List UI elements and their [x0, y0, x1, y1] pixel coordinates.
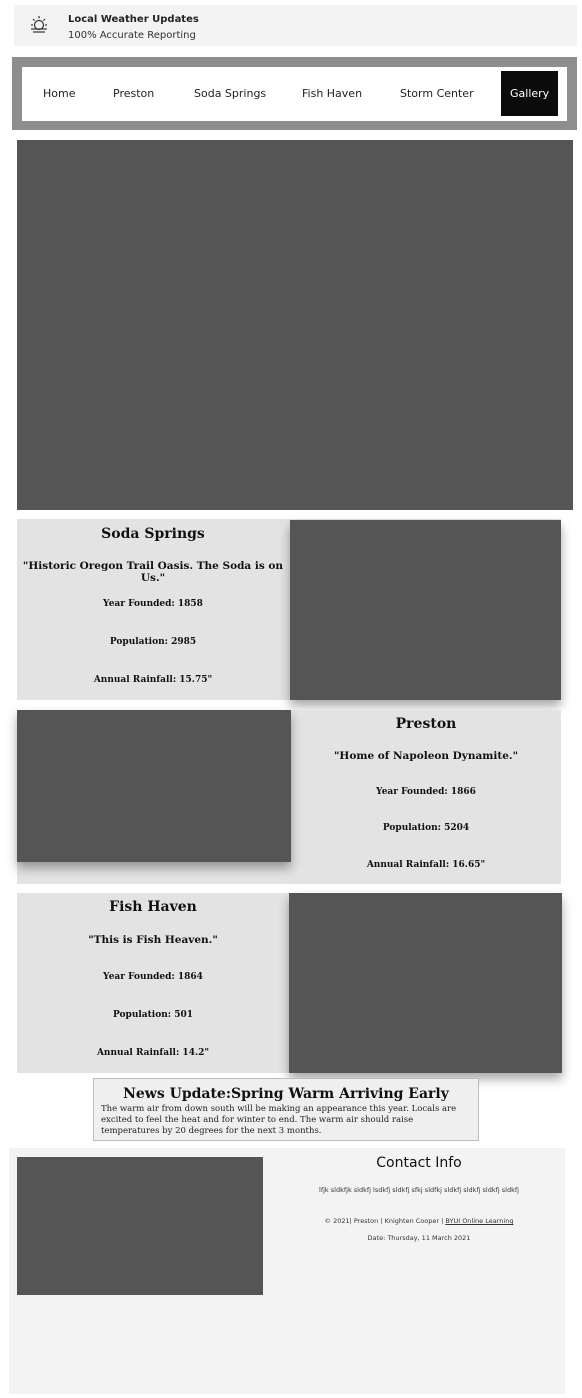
town-info: Soda Springs "Historic Oregon Trail Oasi… — [17, 519, 289, 700]
town-founded: Year Founded: 1858 — [103, 599, 203, 609]
town-rainfall: Annual Rainfall: 15.75" — [93, 675, 213, 685]
contact-title: Contact Info — [376, 1155, 462, 1171]
town-motto: "Home of Napoleon Dynamite." — [333, 750, 519, 762]
town-image — [17, 710, 291, 862]
town-name: Soda Springs — [101, 526, 205, 542]
site-footer: Contact Info lfjk sldkfjk sldkfj lsdkfj … — [9, 1148, 565, 1394]
main-nav: Home Preston Soda Springs Fish Haven Sto… — [22, 67, 567, 121]
hero-image — [17, 140, 573, 510]
footer-date: Date: Thursday, 11 March 2021 — [367, 1234, 471, 1242]
town-image — [289, 893, 562, 1073]
town-card-soda-springs: Soda Springs "Historic Oregon Trail Oasi… — [17, 519, 561, 700]
sun-horizon-icon — [31, 16, 47, 33]
nav-frame: Home Preston Soda Springs Fish Haven Sto… — [12, 57, 577, 130]
nav-soda-springs[interactable]: Soda Springs — [194, 67, 266, 121]
town-image — [290, 520, 561, 700]
town-population: Population: 501 — [113, 1010, 193, 1020]
nav-storm-center[interactable]: Storm Center — [400, 67, 474, 121]
nav-preston[interactable]: Preston — [113, 67, 154, 121]
town-name: Preston — [395, 716, 457, 732]
town-name: Fish Haven — [109, 899, 197, 915]
copyright-line: © 2021| Preston | Knighten Cooper | BYUI… — [275, 1217, 563, 1225]
town-card-preston: Preston "Home of Napoleon Dynamite." Yea… — [17, 710, 561, 884]
town-founded: Year Founded: 1864 — [103, 972, 203, 982]
town-founded: Year Founded: 1866 — [376, 787, 476, 797]
nav-fish-haven[interactable]: Fish Haven — [302, 67, 362, 121]
news-body: The warm air from down south will be mak… — [101, 1104, 457, 1136]
byui-link[interactable]: BYUI Online Learning — [445, 1217, 513, 1225]
copyright-text: © 2021| Preston | Knighten Cooper | — [324, 1217, 444, 1225]
town-info: Fish Haven "This is Fish Heaven." Year F… — [17, 893, 289, 1073]
contact-text: lfjk sldkfjk sldkfj lsdkfj sldkfj sfkj s… — [319, 1186, 519, 1194]
site-header: Local Weather Updates 100% Accurate Repo… — [14, 5, 577, 46]
nav-home[interactable]: Home — [43, 67, 75, 121]
town-motto: "This is Fish Heaven." — [88, 934, 218, 946]
town-rainfall: Annual Rainfall: 16.65" — [366, 860, 486, 870]
town-population: Population: 5204 — [382, 823, 470, 833]
news-update: News Update:Spring Warm Arriving Early T… — [93, 1078, 479, 1141]
nav-gallery[interactable]: Gallery — [501, 71, 559, 116]
town-info: Preston "Home of Napoleon Dynamite." Yea… — [291, 710, 561, 884]
site-title: Local Weather Updates — [68, 14, 199, 25]
footer-image — [17, 1157, 263, 1295]
town-card-fish-haven: Fish Haven "This is Fish Heaven." Year F… — [17, 893, 562, 1073]
news-title: News Update:Spring Warm Arriving Early — [123, 1086, 449, 1102]
town-rainfall: Annual Rainfall: 14.2" — [96, 1048, 210, 1058]
town-motto: "Historic Oregon Trail Oasis. The Soda i… — [22, 560, 284, 584]
town-population: Population: 2985 — [109, 637, 197, 647]
site-subtitle: 100% Accurate Reporting — [68, 30, 196, 41]
